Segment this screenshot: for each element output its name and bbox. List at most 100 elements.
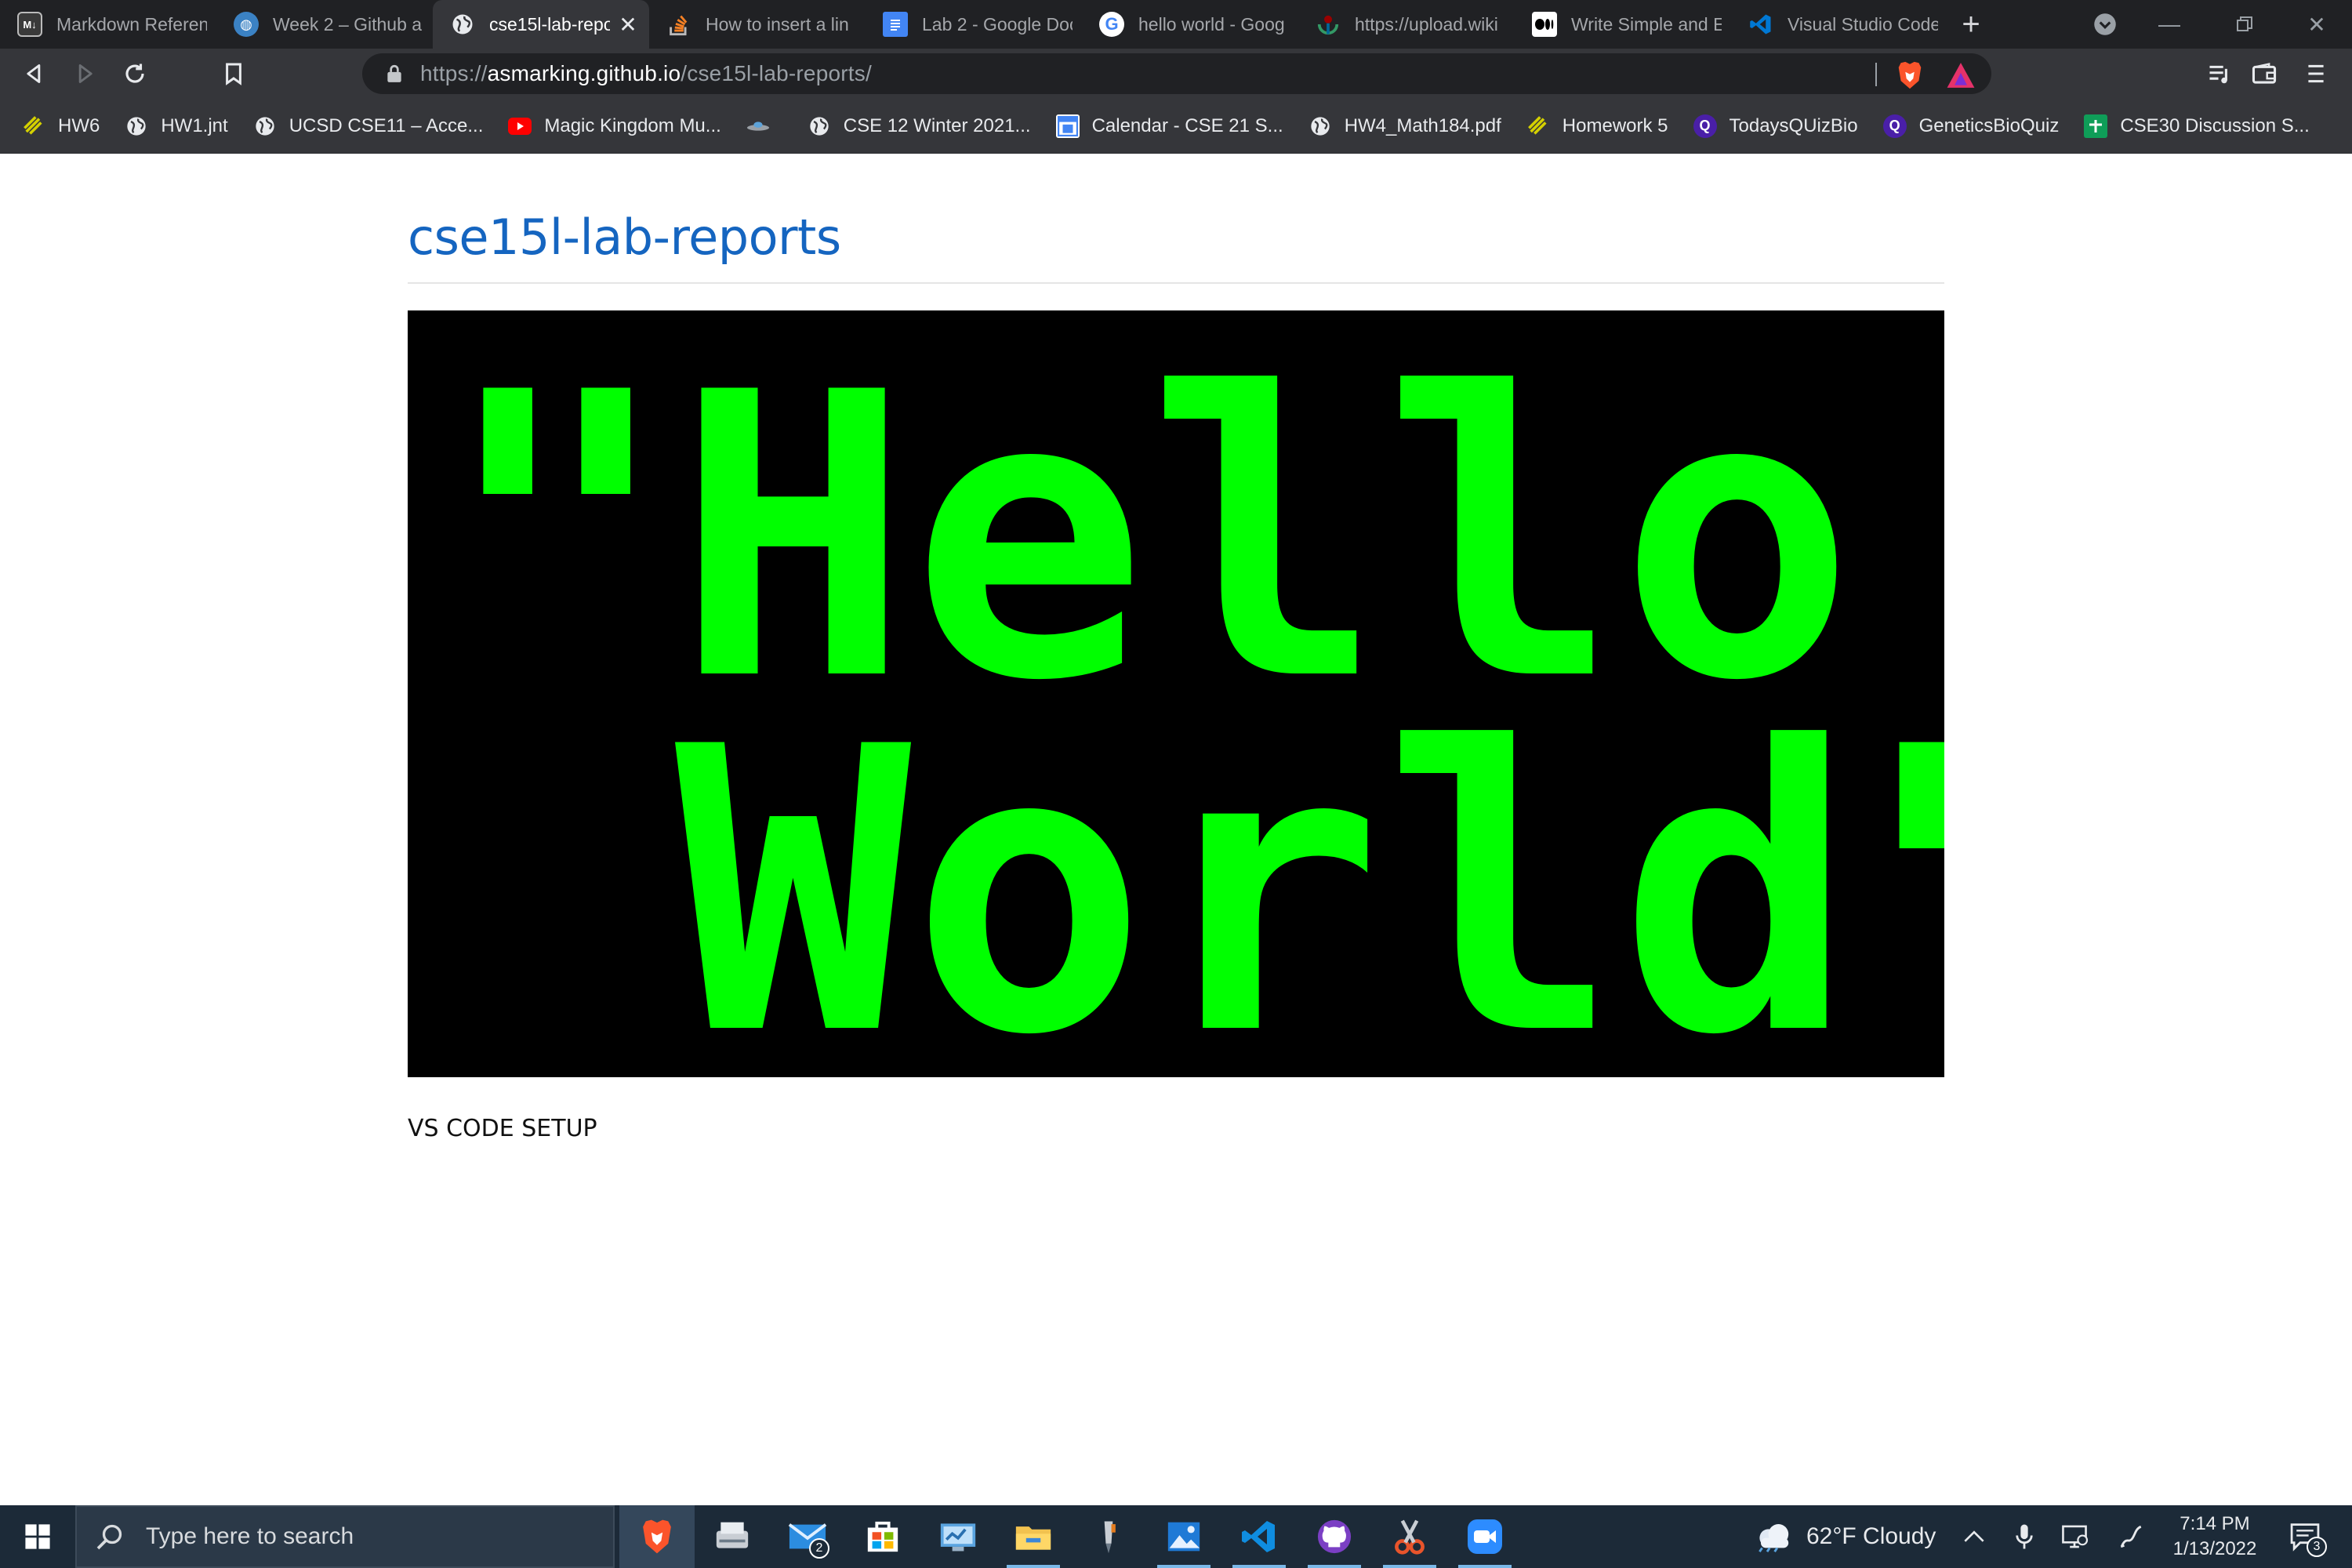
tab-lab2-google-doc[interactable]: Lab 2 - Google Doc (866, 0, 1082, 49)
notification-count: 3 (2307, 1537, 2327, 1557)
address-bar[interactable]: https://asmarking.github.io/cse15l-lab-r… (362, 53, 1991, 94)
forward-arrow-icon (78, 64, 93, 83)
pen-workspace-button[interactable] (2106, 1505, 2156, 1568)
taskbar-app-zoom[interactable] (1447, 1505, 1523, 1568)
github-icon (1317, 1519, 1352, 1554)
brave-icon (643, 1519, 671, 1554)
taskbar-app-file-explorer[interactable] (996, 1505, 1071, 1568)
tab-wikimedia-upload[interactable]: https://upload.wiki (1298, 0, 1515, 49)
bookmark-hw6[interactable]: HW6 (22, 114, 100, 138)
tab-week2-github[interactable]: ◍ Week 2 – Github a (216, 0, 433, 49)
section-heading: VS CODE SETUP (408, 1115, 597, 1142)
weather-widget[interactable]: 62°F Cloudy (1755, 1505, 1936, 1568)
taskbar-app-brave[interactable] (619, 1505, 695, 1568)
tab-label: Write Simple and E (1571, 13, 1722, 34)
tab-stackoverflow[interactable]: How to insert a lin (649, 0, 866, 49)
tab-visual-studio-code[interactable]: Visual Studio Code (1731, 0, 1947, 49)
bookmark-homework5[interactable]: Homework 5 (1526, 114, 1668, 138)
microphone-icon (2016, 1524, 2033, 1549)
reload-button[interactable] (110, 49, 160, 99)
bookmark-label: Homework 5 (1562, 114, 1668, 136)
network-monitor-icon (2062, 1525, 2089, 1548)
taskbar-app-snip[interactable] (1372, 1505, 1447, 1568)
notification-center-button[interactable]: 3 (2274, 1505, 2336, 1568)
forward-button[interactable] (60, 49, 110, 99)
brave-rewards-icon[interactable] (1946, 61, 1976, 89)
close-window-button[interactable]: ✕ (2281, 0, 2352, 49)
browser-toolbar: https://asmarking.github.io/cse15l-lab-r… (0, 49, 2352, 99)
restore-button[interactable] (2209, 0, 2280, 49)
brave-shields-icon[interactable] (1896, 60, 1924, 91)
title-divider (408, 282, 1944, 284)
vscode-icon (1242, 1521, 1275, 1552)
bookmark-label: Magic Kingdom Mu... (544, 114, 721, 136)
taskbar-app-github-desktop[interactable] (1297, 1505, 1372, 1568)
back-button[interactable] (9, 49, 60, 99)
bookmark-ucsd-cse11[interactable]: UCSD CSE11 – Acce... (253, 114, 483, 138)
url-host: asmarking.github.io (487, 61, 681, 85)
taskbar-app-pen[interactable] (1071, 1505, 1146, 1568)
close-icon[interactable]: ✕ (616, 13, 640, 37)
windows-logo-icon (25, 1524, 50, 1549)
tab-markdown-reference[interactable]: M↓ Markdown Referen (0, 0, 216, 49)
vscode-icon (1748, 12, 1773, 37)
playlist-button[interactable] (2195, 49, 2245, 99)
globe-icon (253, 114, 277, 138)
bookmarks-bar: HW6 HW1.jnt UCSD CSE11 – Acce... Magic K… (0, 99, 2352, 154)
scanner-icon (716, 1522, 749, 1548)
bookmark-hw4-math184[interactable]: HW4_Math184.pdf (1308, 114, 1501, 138)
network-button[interactable] (2049, 1505, 2100, 1568)
bookmark-ufo[interactable] (746, 114, 782, 138)
quizlet-icon: Q (1882, 114, 1907, 138)
show-hidden-icons-button[interactable] (1949, 1505, 1999, 1568)
page-title-link[interactable]: cse15l-lab-reports (408, 209, 841, 266)
lightning-icon (1526, 114, 1550, 138)
taskbar-app-scanner[interactable] (695, 1505, 770, 1568)
start-button[interactable] (0, 1505, 75, 1568)
hamburger-menu-icon (2308, 64, 2324, 83)
plus-icon: + (1962, 6, 1980, 42)
taskbar-search-input[interactable]: Type here to search (75, 1505, 615, 1568)
bookmark-button[interactable] (209, 49, 259, 99)
tab-search-button[interactable] (2070, 0, 2140, 49)
tab-label: How to insert a lin (706, 13, 849, 34)
taskbar-app-photos[interactable] (1146, 1505, 1221, 1568)
weather-text: 62°F Cloudy (1806, 1523, 1936, 1549)
new-tab-button[interactable]: + (1947, 0, 1994, 49)
markdown-icon: M↓ (17, 12, 42, 37)
tab-hello-world-google[interactable]: G hello world - Goog (1082, 0, 1298, 49)
taskbar-app-vscode[interactable] (1221, 1505, 1297, 1568)
bookmark-label: CSE 12 Winter 2021... (843, 114, 1031, 136)
taskbar-app-store[interactable] (845, 1505, 920, 1568)
lock-icon (387, 64, 401, 82)
bookmark-todays-quiz-bio[interactable]: Q TodaysQUizBio (1693, 114, 1858, 138)
taskbar-app-control-panel[interactable] (920, 1505, 996, 1568)
bookmark-magic-kingdom[interactable]: Magic Kingdom Mu... (508, 114, 721, 138)
bookmark-cse12-winter[interactable]: CSE 12 Winter 2021... (808, 114, 1031, 138)
bookmark-cse30-discussion[interactable]: CSE30 Discussion S... (2084, 114, 2310, 138)
tab-label: Markdown Referen (56, 13, 207, 34)
hero-line-2: World" (439, 664, 1944, 1077)
microphone-button[interactable] (1999, 1505, 2049, 1568)
calendar-icon (1055, 114, 1080, 138)
minimize-button[interactable]: — (2134, 0, 2205, 49)
clock[interactable]: 7:14 PM 1/13/2022 (2164, 1505, 2266, 1568)
chevron-up-icon (1964, 1530, 1984, 1542)
taskbar-app-mail[interactable]: 2 (770, 1505, 845, 1568)
quizlet-icon: Q (1693, 114, 1717, 138)
bookmark-hw1-jnt[interactable]: HW1.jnt (125, 114, 228, 138)
tab-cse15l-lab-reports[interactable]: cse15l-lab-repo ✕ (433, 0, 649, 49)
menu-button[interactable] (2291, 49, 2341, 99)
bookmark-label: CSE30 Discussion S... (2120, 114, 2310, 136)
bookmark-calendar-cse21[interactable]: Calendar - CSE 21 S... (1055, 114, 1283, 138)
bookmark-genetics-bio-quiz[interactable]: Q GeneticsBioQuiz (1882, 114, 2059, 138)
pen-workspace-icon (2120, 1525, 2142, 1548)
tab-medium-article[interactable]: Write Simple and E (1515, 0, 1731, 49)
wikimedia-icon (1316, 12, 1341, 37)
tab-label: Visual Studio Code (1788, 13, 1938, 34)
bookmark-label: Calendar - CSE 21 S... (1091, 114, 1283, 136)
search-placeholder: Type here to search (146, 1523, 354, 1549)
page-content: cse15l-lab-reports "Hello World" VS CODE… (0, 154, 2352, 1505)
url-path: /cse15l-lab-reports/ (681, 61, 872, 85)
wallet-button[interactable] (2239, 49, 2289, 99)
